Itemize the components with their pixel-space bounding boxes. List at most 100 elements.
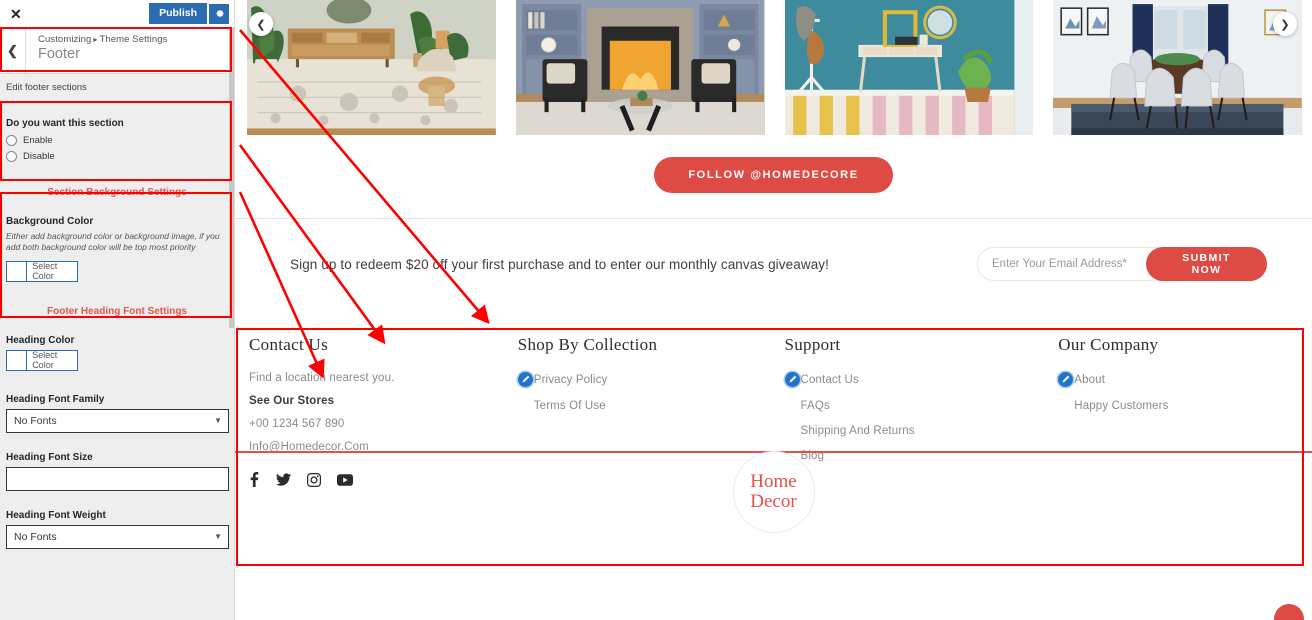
breadcrumb: Customizing ▸ Theme Settings [38, 34, 167, 45]
instagram-carousel: ❮ ❯ [235, 0, 1312, 135]
footer-link-privacy-policy[interactable]: Privacy Policy [517, 372, 758, 387]
footer-heading: Shop By Collection [517, 335, 658, 354]
site-footer: Contact Us Find a location nearest you. … [235, 309, 1312, 533]
sidebar-topbar-actions: Publish [149, 2, 232, 25]
footer-link-label: Contact Us [800, 373, 859, 386]
chevron-down-icon: ▼ [214, 532, 222, 542]
chevron-left-icon[interactable]: ❮ [249, 12, 273, 36]
social-links [249, 472, 489, 487]
heading-font-family-label: Heading Font Family [6, 393, 105, 405]
background-settings-block: Section Background Settings Background C… [0, 177, 234, 286]
edit-pencil-icon[interactable] [784, 372, 800, 387]
edit-footer-sections-note: Edit footer sections [6, 82, 87, 93]
twitter-icon[interactable] [276, 473, 291, 486]
footer-link-label: FAQs [800, 400, 830, 412]
footer-text-line: See Our Stores [249, 395, 335, 407]
footer-column-contact-us: Contact Us Find a location nearest you. … [249, 335, 489, 487]
email-input[interactable] [992, 258, 1146, 270]
footer-link-shipping-and-returns[interactable]: Shipping And Returns [785, 425, 1025, 437]
heading-font-weight-value: No Fonts [14, 530, 57, 543]
footer-link-label: About [1074, 373, 1106, 386]
close-icon[interactable]: ✕ [6, 5, 26, 23]
chevron-right-icon[interactable]: ❯ [1273, 12, 1297, 36]
chevron-left-icon[interactable]: ❮ [0, 28, 26, 73]
site-preview: ❮ ❯ FOLLOW @HOMEDECORE Sign up to redeem… [235, 0, 1312, 620]
footer-column-our-company: Our Company About Happy Customers [1024, 335, 1298, 487]
footer-heading: Our Company [1058, 335, 1159, 354]
footer-link-label: Privacy Policy [533, 373, 608, 386]
customizer-app: ✕ Publish ❮ Customizing ▸ Theme Settings F… [0, 0, 1312, 620]
footer-link-contact-us[interactable]: Contact Us [784, 372, 1025, 387]
edit-pencil-icon[interactable] [517, 372, 533, 387]
facebook-icon[interactable] [249, 472, 260, 487]
footer-heading: Contact Us [249, 335, 329, 354]
sidebar-scrollbar[interactable] [229, 28, 234, 328]
heading-font-family-value: No Fonts [14, 414, 57, 427]
heading-font-settings-block: Footer Heading Font Settings Heading Col… [0, 286, 234, 549]
footer-link-happy-customers[interactable]: Happy Customers [1058, 400, 1298, 412]
footer-column-shop-by-collection: Shop By Collection Privacy Policy Terms … [489, 335, 758, 487]
heading-font-size-input[interactable] [6, 466, 229, 491]
footer-heading: Support [784, 335, 841, 354]
footer-link-label: Terms Of Use [533, 400, 606, 412]
gear-icon[interactable] [209, 3, 229, 24]
carousel-slide[interactable] [784, 0, 1034, 135]
submit-now-button[interactable]: SUBMIT NOW [1146, 247, 1267, 281]
newsletter-form: SUBMIT NOW [977, 247, 1267, 281]
follow-button-wrap: FOLLOW @HOMEDECORE [235, 135, 1312, 193]
footer-link-faqs[interactable]: FAQs [785, 400, 1025, 412]
breadcrumb-parent: Customizing [38, 34, 92, 45]
footer-text-line: Find a location nearest you. [249, 372, 395, 384]
heading-font-size-label: Heading Font Size [6, 451, 93, 463]
logo-line-2: Decor [750, 491, 797, 512]
color-swatch [7, 350, 28, 370]
background-color-label: Background Color [6, 216, 94, 227]
chevron-down-icon: ▼ [214, 416, 222, 426]
radio-disable-label: Disable [23, 151, 55, 162]
youtube-icon[interactable] [337, 473, 353, 486]
customizer-sidebar: ✕ Publish ❮ Customizing ▸ Theme Settings F… [0, 0, 235, 620]
footer-link-label: Happy Customers [1074, 400, 1169, 412]
section-background-settings-title: Section Background Settings [47, 187, 187, 198]
page-title: Footer [38, 46, 80, 62]
radio-circle-icon [6, 135, 17, 146]
carousel-slide[interactable] [1053, 0, 1302, 135]
radio-disable[interactable]: Disable [6, 151, 228, 162]
newsletter-section: Sign up to redeem $20 off your first pur… [235, 219, 1312, 309]
radio-circle-icon [6, 151, 17, 162]
radio-enable[interactable]: Enable [6, 135, 228, 146]
footer-text-line: +00 1234 567 890 [249, 418, 345, 430]
section-toggle-block: Do you want this section Enable Disable [0, 100, 234, 177]
footer-link-about[interactable]: About [1058, 372, 1298, 387]
instagram-icon[interactable] [307, 472, 321, 487]
publish-button[interactable]: Publish [149, 2, 207, 25]
footer-link-label: Shipping And Returns [800, 425, 915, 437]
carousel-slide[interactable] [247, 0, 496, 135]
logo-line-1: Home [750, 471, 797, 493]
select-color-label: Select Color [32, 350, 58, 371]
select-color-label: Select Color [32, 261, 58, 282]
follow-instagram-button[interactable]: FOLLOW @HOMEDECORE [654, 157, 893, 193]
background-color-picker[interactable]: Select Color [6, 260, 78, 282]
scroll-to-top-button[interactable] [1274, 604, 1304, 620]
breadcrumb-separator: ▸ [93, 35, 98, 44]
edit-pencil-icon[interactable] [1058, 372, 1074, 387]
heading-font-family-select[interactable]: No Fonts ▼ [6, 408, 229, 433]
section-question-label: Do you want this section [6, 118, 124, 129]
footer-heading-font-settings-title: Footer Heading Font Settings [47, 305, 187, 317]
color-swatch [7, 261, 28, 281]
sidebar-topbar: ✕ Publish [0, 0, 234, 28]
heading-font-weight-label: Heading Font Weight [6, 509, 106, 521]
background-color-description: Either add background color or backgroun… [6, 231, 220, 253]
panel-header: ❮ Customizing ▸ Theme Settings Footer [0, 28, 234, 74]
radio-enable-label: Enable [23, 135, 53, 146]
panel-header-text: Customizing ▸ Theme Settings Footer [26, 28, 167, 73]
carousel-slide[interactable] [515, 0, 765, 135]
heading-font-weight-select[interactable]: No Fonts ▼ [6, 524, 229, 549]
footer-link-terms-of-use[interactable]: Terms Of Use [518, 400, 758, 412]
breadcrumb-current: Theme Settings [99, 34, 168, 45]
newsletter-text: Sign up to redeem $20 off your first pur… [290, 256, 830, 272]
heading-color-label: Heading Color [6, 334, 75, 346]
footer-logo[interactable]: Home Decor [732, 451, 815, 533]
heading-color-picker[interactable]: Select Color [6, 349, 78, 371]
